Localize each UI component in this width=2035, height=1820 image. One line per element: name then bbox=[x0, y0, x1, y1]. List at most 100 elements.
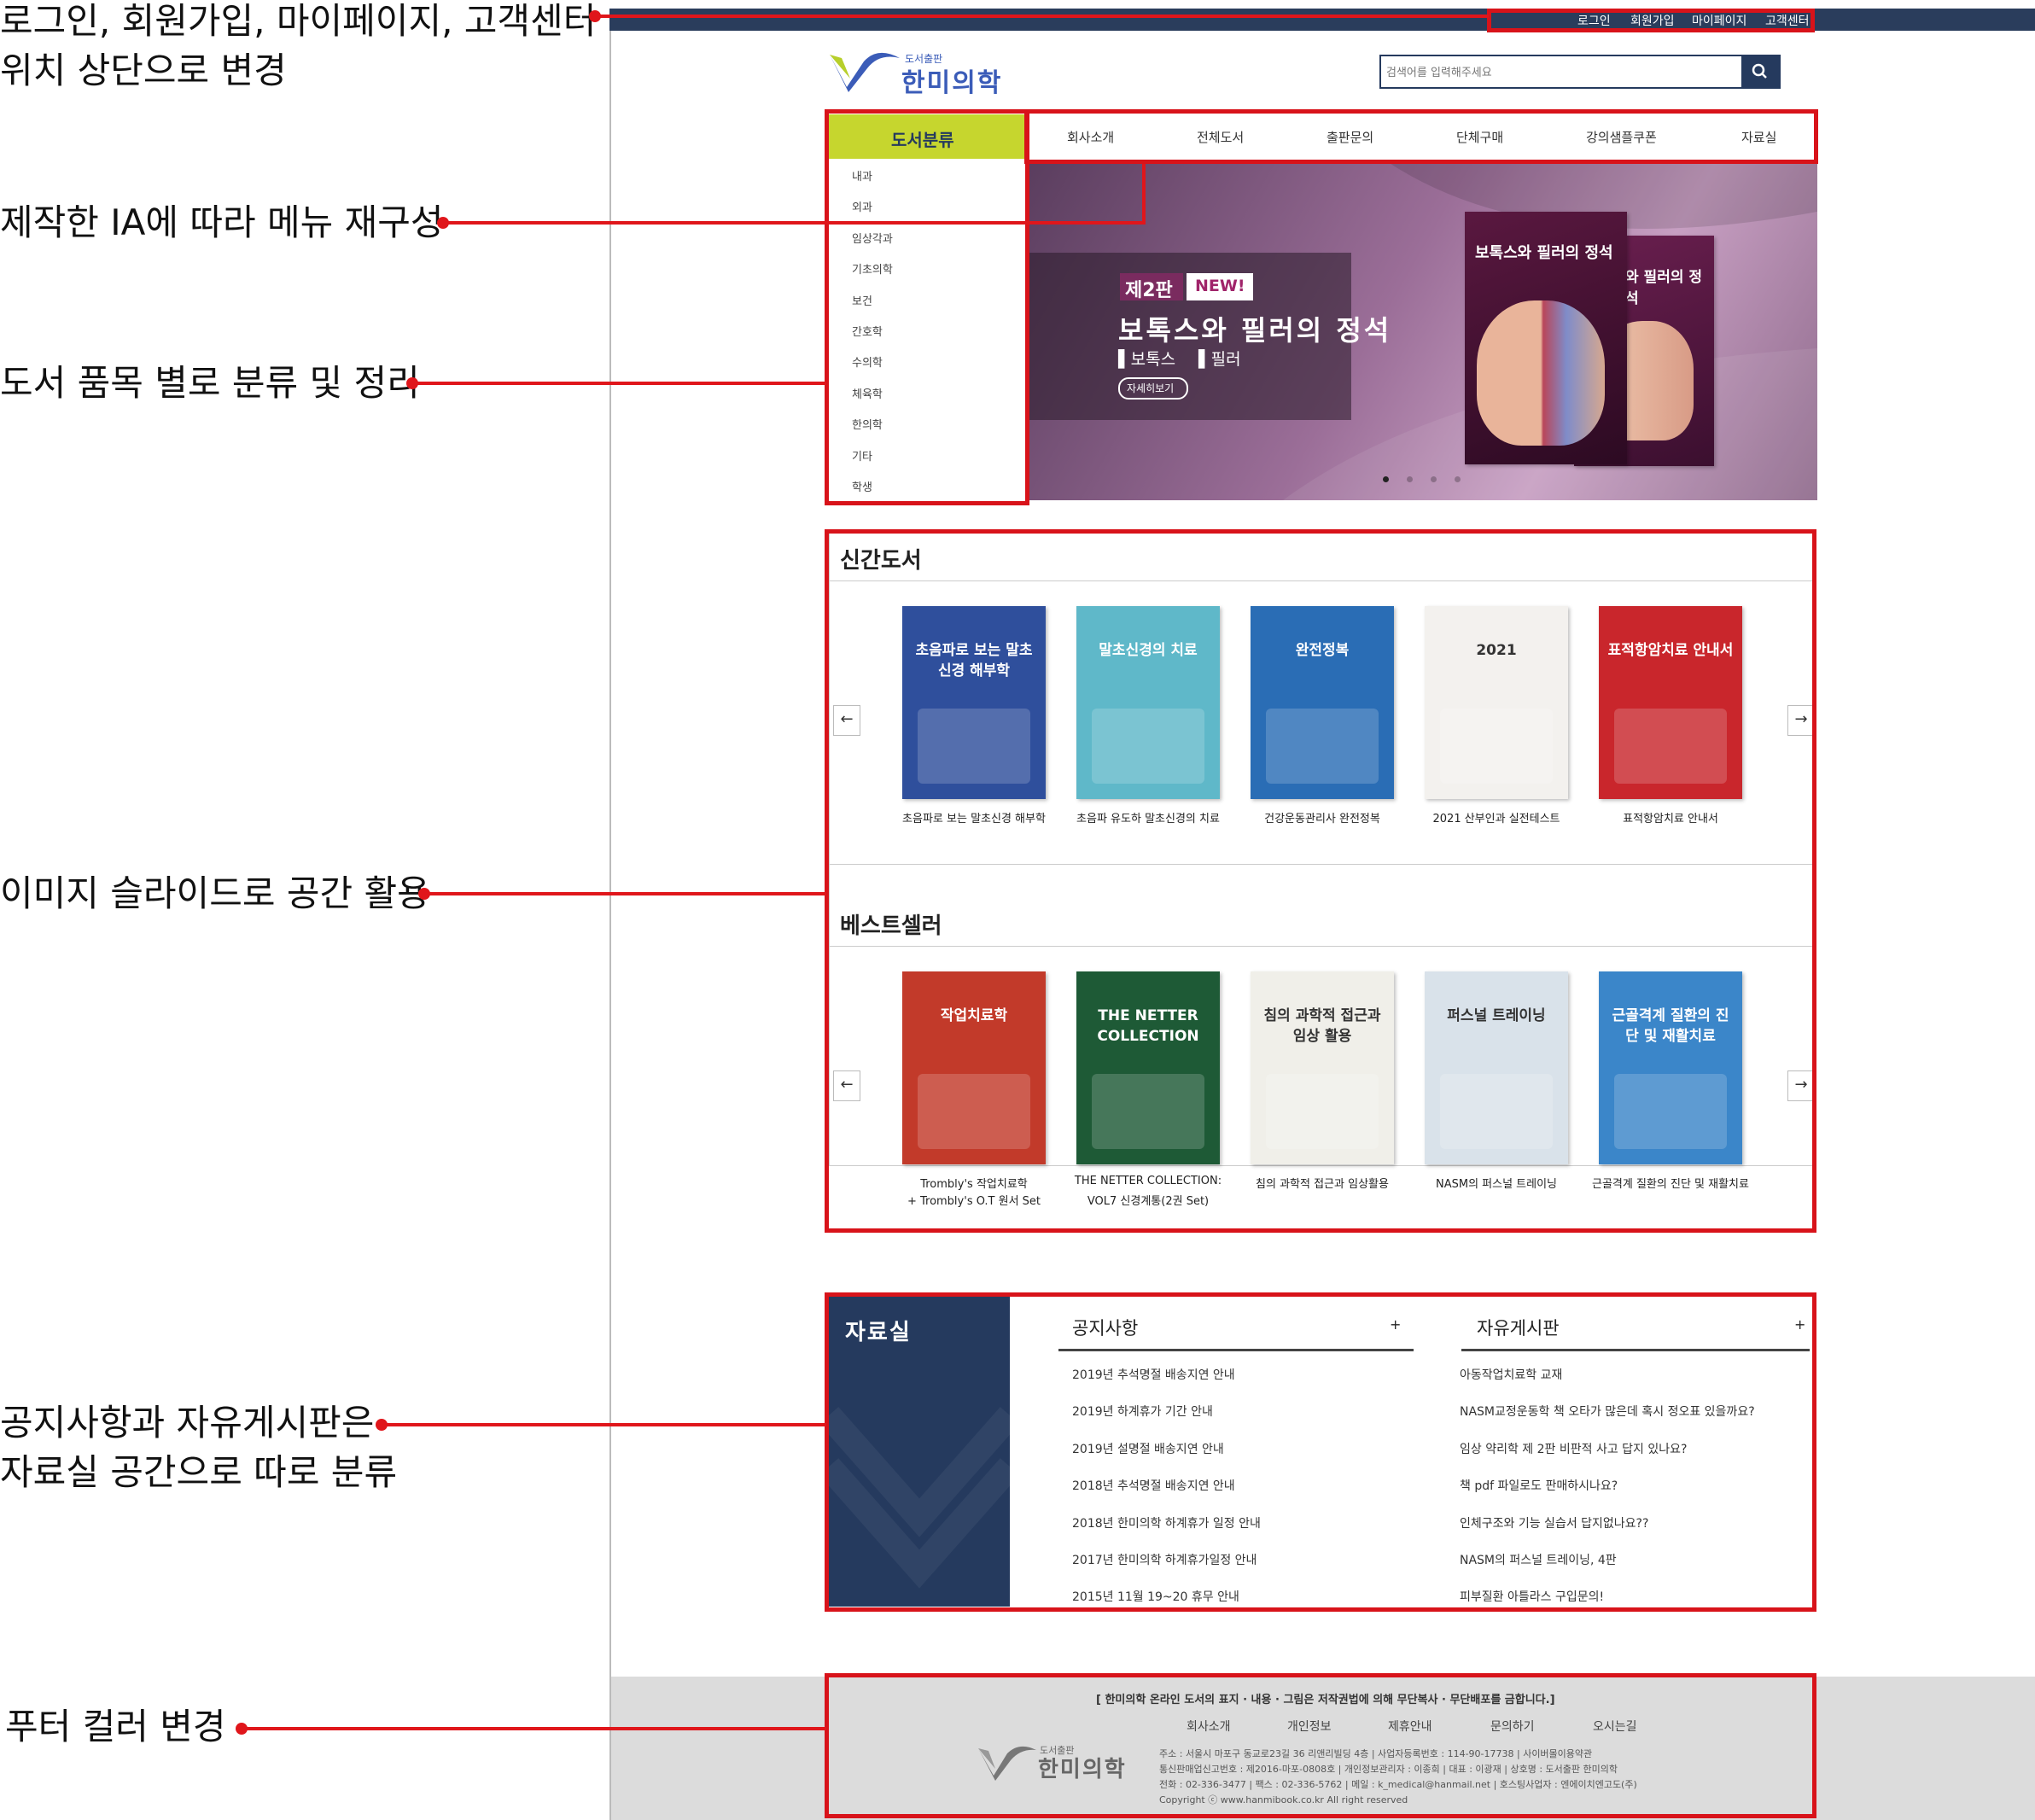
board-item[interactable]: 임상 약리학 제 2판 비판적 사고 답지 있나요? bbox=[1460, 1440, 1687, 1457]
new_books-cover[interactable]: 초음파로 보는 말초신경 해부학 bbox=[902, 606, 1046, 799]
notice-item[interactable]: 2019년 설명절 배송지연 안내 bbox=[1072, 1440, 1224, 1457]
best_books-cover[interactable]: 퍼스널 트레이닝 bbox=[1425, 971, 1568, 1164]
board-item[interactable]: NASM의 퍼스널 트레이닝, 4판 bbox=[1460, 1551, 1617, 1568]
footer-link-privacy[interactable]: 개인정보 bbox=[1287, 1718, 1332, 1735]
nav-publishing-inquiry[interactable]: 출판문의 bbox=[1327, 128, 1373, 146]
footer-link-partnership[interactable]: 제휴안내 bbox=[1388, 1718, 1432, 1735]
best-books-prev-button[interactable]: ← bbox=[833, 1070, 860, 1101]
banner-sub-filler-text: 필러 bbox=[1210, 350, 1241, 369]
new_books-cover[interactable]: 완전정복 bbox=[1251, 606, 1394, 799]
best_books-cover[interactable]: 작업치료학 bbox=[902, 971, 1046, 1164]
new_books-title[interactable]: 건강운동관리사 완전정복 bbox=[1233, 809, 1412, 825]
annotation-footer: 푸터 컬러 변경 bbox=[5, 1702, 226, 1752]
best_books-title[interactable]: 근골격계 질환의 진단 및 재활치료 bbox=[1581, 1175, 1760, 1191]
new_books-cover[interactable]: 표적항암치료 안내서 bbox=[1599, 606, 1742, 799]
board-underline bbox=[1461, 1349, 1810, 1351]
best_books-title[interactable]: 침의 과학적 접근과 임상활용 bbox=[1233, 1175, 1412, 1191]
best_books-cover-art-icon bbox=[1092, 1074, 1204, 1149]
slider-dot[interactable] bbox=[1431, 476, 1437, 482]
nav-lecture-coupon[interactable]: 강의샘플쿠폰 bbox=[1586, 128, 1657, 146]
search-input[interactable] bbox=[1385, 60, 1729, 85]
best_books-cover-text: THE NETTER COLLECTION bbox=[1097, 1007, 1199, 1045]
site-logo[interactable] bbox=[826, 50, 901, 96]
customer-center-link[interactable]: 고객센터 bbox=[1765, 12, 1810, 29]
footer-logo bbox=[975, 1743, 1038, 1784]
board-item[interactable]: 책 pdf 파일로도 판매하시나요? bbox=[1460, 1477, 1618, 1494]
notice-item[interactable]: 2019년 추석명절 배송지연 안내 bbox=[1072, 1366, 1235, 1383]
best_books-cover[interactable]: 근골격계 질환의 진단 및 재활치료 bbox=[1599, 971, 1742, 1164]
category-item[interactable]: 수의학 bbox=[852, 353, 883, 370]
new-books-prev-button[interactable]: ← bbox=[833, 705, 860, 736]
banner-sub-botox: ▌보톡스 bbox=[1118, 350, 1176, 369]
slider-dot[interactable] bbox=[1383, 476, 1389, 482]
search-button[interactable] bbox=[1741, 56, 1779, 87]
best_books-cover-text: 근골격계 질환의 진단 및 재활치료 bbox=[1612, 1007, 1729, 1045]
new-books-next-button[interactable]: → bbox=[1787, 705, 1815, 736]
notice-item[interactable]: 2015년 11월 19~20 휴무 안내 bbox=[1072, 1588, 1239, 1605]
best_books-title[interactable]: VOL7 신경계통(2권 Set) bbox=[1058, 1192, 1238, 1208]
notice-title[interactable]: 공지사항 bbox=[1072, 1315, 1138, 1340]
category-item[interactable]: 간호학 bbox=[852, 323, 883, 339]
footer-info-line: 통신판매업신고번호 : 제2016-마포-0808호 | 개인정보관리자 : 이… bbox=[1159, 1764, 1618, 1775]
slider-dot[interactable] bbox=[1455, 476, 1461, 482]
notice-item[interactable]: 2018년 추석명절 배송지연 안내 bbox=[1072, 1477, 1235, 1494]
board-item[interactable]: 피부질환 아틀라스 구입문의! bbox=[1460, 1588, 1604, 1605]
best_books-title[interactable]: THE NETTER COLLECTION: bbox=[1058, 1175, 1238, 1187]
best_books-title[interactable]: + Trombly's O.T 원서 Set bbox=[884, 1192, 1064, 1208]
best_books-cover-art-icon bbox=[1266, 1074, 1379, 1149]
new_books-cover[interactable]: 2021 bbox=[1425, 606, 1568, 799]
new-badge-label: NEW! bbox=[1195, 277, 1245, 295]
best_books-title[interactable]: NASM의 퍼스널 트레이닝 bbox=[1407, 1175, 1586, 1191]
notice-item[interactable]: 2017년 한미의학 하계휴가일정 안내 bbox=[1072, 1551, 1257, 1568]
best_books-cover-art-icon bbox=[1440, 1074, 1553, 1149]
category-item[interactable]: 기타 bbox=[852, 447, 872, 464]
new_books-title[interactable]: 초음파 유도하 말초신경의 치료 bbox=[1058, 809, 1238, 825]
category-item[interactable]: 보건 bbox=[852, 292, 872, 308]
nav-archive[interactable]: 자료실 bbox=[1741, 128, 1776, 146]
board-item[interactable]: 인체구조와 기능 실습서 답지없나요?? bbox=[1460, 1514, 1648, 1531]
annotation-top-links: 로그인, 회원가입, 마이페이지, 고객센터 위치 상단으로 변경 bbox=[0, 0, 596, 96]
mypage-link[interactable]: 마이페이지 bbox=[1692, 12, 1746, 29]
footer-link-directions[interactable]: 오시는길 bbox=[1593, 1718, 1637, 1735]
footer-link-company[interactable]: 회사소개 bbox=[1187, 1718, 1231, 1735]
notice-more-button[interactable]: + bbox=[1390, 1316, 1401, 1333]
board-title[interactable]: 자유게시판 bbox=[1477, 1315, 1560, 1340]
banner-detail-label: 자세히보기 bbox=[1127, 382, 1175, 394]
board-more-button[interactable]: + bbox=[1794, 1316, 1805, 1333]
category-item[interactable]: 외과 bbox=[852, 198, 872, 214]
banner-book-front: 보톡스와 필러의 정석 bbox=[1465, 212, 1627, 464]
category-item[interactable]: 학생 bbox=[852, 478, 872, 494]
new_books-title[interactable]: 2021 산부인과 실전테스트 bbox=[1407, 809, 1586, 825]
login-link[interactable]: 로그인 bbox=[1577, 12, 1611, 29]
new_books-title[interactable]: 표적항암치료 안내서 bbox=[1581, 809, 1760, 825]
nav-all-books[interactable]: 전체도서 bbox=[1197, 128, 1244, 146]
slider-dot[interactable] bbox=[1407, 476, 1413, 482]
board-item[interactable]: NASM교정운동학 책 오타가 많은데 혹시 정오표 있을까요? bbox=[1460, 1403, 1755, 1420]
leader-line-footer bbox=[241, 1727, 826, 1730]
signup-link[interactable]: 회원가입 bbox=[1630, 12, 1675, 29]
notice-item[interactable]: 2019년 하계휴가 기간 안내 bbox=[1072, 1403, 1213, 1420]
notice-item[interactable]: 2018년 한미의학 하계휴가 일정 안내 bbox=[1072, 1514, 1261, 1531]
best_books-cover[interactable]: 침의 과학적 접근과 임상 활용 bbox=[1251, 971, 1394, 1164]
nav-group-purchase[interactable]: 단체구매 bbox=[1456, 128, 1503, 146]
category-item[interactable]: 내과 bbox=[852, 167, 872, 184]
edition-label: 제2판 bbox=[1125, 280, 1173, 301]
best_books-cover[interactable]: THE NETTER COLLECTION bbox=[1076, 971, 1220, 1164]
category-item[interactable]: 체육학 bbox=[852, 385, 883, 401]
board-item[interactable]: 아동작업치료학 교재 bbox=[1460, 1366, 1562, 1383]
new_books-title[interactable]: 초음파로 보는 말초신경 해부학 bbox=[884, 809, 1064, 825]
new_books-cover-text: 초음파로 보는 말초신경 해부학 bbox=[915, 642, 1033, 680]
category-item[interactable]: 한의학 bbox=[852, 416, 883, 432]
best_books-title[interactable]: Trombly's 작업치료학 bbox=[884, 1175, 1064, 1191]
category-item[interactable]: 기초의학 bbox=[852, 260, 893, 277]
annotation-line: 이미지 슬라이드로 공간 활용 bbox=[0, 872, 430, 914]
best_books-cover-text: 작업치료학 bbox=[940, 1007, 1008, 1024]
new_books-cover[interactable]: 말초신경의 치료 bbox=[1076, 606, 1220, 799]
footer-link-contact[interactable]: 문의하기 bbox=[1490, 1718, 1535, 1735]
nav-company[interactable]: 회사소개 bbox=[1067, 128, 1114, 146]
category-item[interactable]: 임상각과 bbox=[852, 230, 893, 246]
annotation-line: 자료실 공간으로 따로 분류 bbox=[0, 1451, 398, 1493]
best-books-next-button[interactable]: → bbox=[1787, 1070, 1815, 1101]
banner-book-back-title: 와 필러의 정석 bbox=[1625, 269, 1703, 307]
annotation-categories: 도서 품목 별로 분류 및 정리 bbox=[0, 359, 420, 408]
